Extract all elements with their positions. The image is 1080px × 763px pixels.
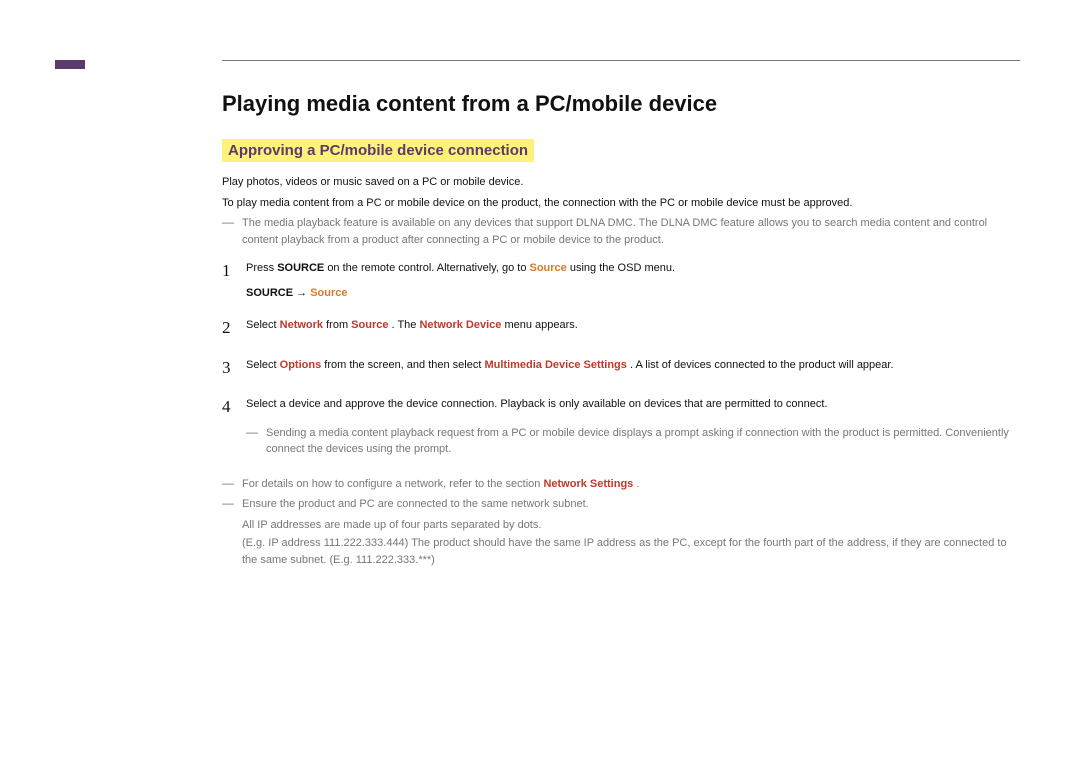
- step-2: 2 Select Network from Source . The Netwo…: [222, 315, 1020, 341]
- intro-line-1: Play photos, videos or music saved on a …: [222, 174, 1020, 191]
- footer-note-1: For details on how to configure a networ…: [222, 476, 1020, 493]
- intro-note: The media playback feature is available …: [222, 215, 1020, 248]
- step-body: Select a device and approve the device c…: [246, 394, 1020, 462]
- step-1: 1 Press SOURCE on the remote control. Al…: [222, 258, 1020, 301]
- footer-sub-2: (E.g. IP address 111.222.333.444) The pr…: [242, 535, 1020, 568]
- step-number: 2: [222, 315, 246, 341]
- horizontal-rule: [222, 60, 1020, 61]
- step-body: Press SOURCE on the remote control. Alte…: [246, 258, 1020, 301]
- step-1-path: SOURCE → Source: [246, 285, 1020, 302]
- section-heading: Approving a PC/mobile device connection: [222, 139, 534, 162]
- step-3: 3 Select Options from the screen, and th…: [222, 355, 1020, 381]
- page-title: Playing media content from a PC/mobile d…: [222, 91, 1020, 117]
- footer-note-2: Ensure the product and PC are connected …: [222, 496, 1020, 513]
- chapter-side-tab: [55, 60, 85, 69]
- content-area: Playing media content from a PC/mobile d…: [222, 60, 1020, 568]
- step-4: 4 Select a device and approve the device…: [222, 394, 1020, 462]
- steps-list: 1 Press SOURCE on the remote control. Al…: [222, 258, 1020, 462]
- step-4-note: Sending a media content playback request…: [246, 425, 1020, 458]
- step-number: 3: [222, 355, 246, 381]
- step-body: Select Options from the screen, and then…: [246, 355, 1020, 374]
- footer-sub-1: All IP addresses are made up of four par…: [242, 517, 1020, 534]
- intro-line-2: To play media content from a PC or mobil…: [222, 195, 1020, 212]
- step-body: Select Network from Source . The Network…: [246, 315, 1020, 334]
- step-number: 1: [222, 258, 246, 284]
- step-number: 4: [222, 394, 246, 420]
